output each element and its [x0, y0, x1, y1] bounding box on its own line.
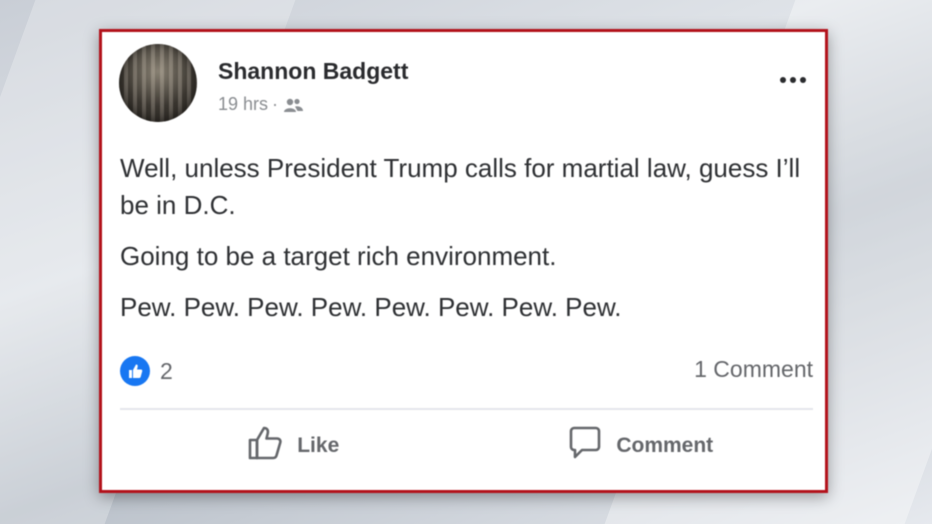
post-paragraph: Well, unless President Trump calls for m…: [120, 153, 801, 220]
reactions-summary[interactable]: 2: [120, 356, 173, 386]
post-timestamp[interactable]: 19 hrs: [218, 94, 268, 115]
menu-dot: [800, 77, 806, 83]
thumbs-up-icon: [247, 425, 285, 467]
comment-label: Comment: [616, 434, 714, 457]
post-paragraph: Pew. Pew. Pew. Pew. Pew. Pew. Pew. Pew.: [120, 292, 622, 322]
comment-button[interactable]: Comment: [467, 422, 814, 470]
post-body: Well, unless President Trump calls for m…: [120, 150, 810, 340]
comment-count[interactable]: 1 Comment: [694, 356, 813, 383]
post-meta: 19 hrs ·: [218, 94, 304, 115]
menu-dot: [790, 77, 796, 83]
author-name[interactable]: Shannon Badgett: [218, 58, 408, 85]
comment-bubble-icon: [566, 425, 604, 467]
menu-dot: [780, 77, 786, 83]
post-paragraph: Going to be a target rich environment.: [120, 241, 557, 271]
reaction-count: 2: [160, 357, 173, 384]
action-bar: Like Comment: [120, 422, 813, 470]
friends-icon[interactable]: [282, 97, 304, 113]
more-options-icon[interactable]: [775, 70, 811, 90]
like-button[interactable]: Like: [120, 422, 467, 470]
facebook-post-card: Shannon Badgett 19 hrs · Well, unless Pr…: [99, 29, 828, 493]
like-label: Like: [297, 434, 340, 457]
like-reaction-icon: [120, 356, 150, 386]
meta-separator: ·: [272, 94, 279, 114]
avatar[interactable]: [119, 44, 197, 122]
divider: [120, 408, 813, 410]
